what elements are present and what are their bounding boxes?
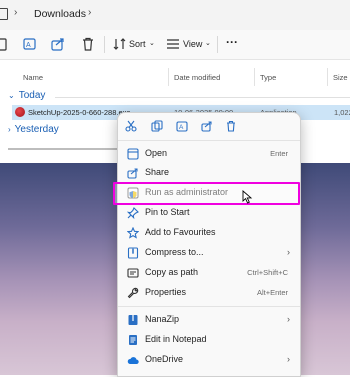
menu-item-edit-in-notepad[interactable]: Edit in Notepad: [118, 330, 300, 350]
see-more-button[interactable]: ···: [226, 35, 238, 49]
group-header-today[interactable]: ⌄ Today: [8, 90, 45, 101]
mouse-cursor-icon: [242, 190, 253, 204]
sort-button[interactable]: Sort: [129, 39, 146, 49]
toolbar-divider: [217, 36, 218, 53]
menu-item-copy-as-path[interactable]: Copy as path Ctrl+Shift+C: [118, 263, 300, 283]
view-button[interactable]: View: [183, 39, 202, 49]
chevron-right-icon: ›: [8, 125, 11, 134]
menu-divider: [118, 140, 300, 141]
menu-divider: [118, 306, 300, 307]
rename-icon[interactable]: A: [176, 120, 188, 132]
chevron-right-icon: ›: [287, 354, 290, 364]
toolbar-divider: [104, 36, 105, 53]
share-icon[interactable]: [50, 36, 66, 52]
highlight-box: [113, 182, 300, 205]
copy-icon[interactable]: [151, 120, 163, 132]
file-name: SketchUp-2025-0-660-288.exe: [28, 108, 131, 117]
zip-icon: [127, 247, 139, 259]
menu-item-pin-to-start[interactable]: Pin to Start: [118, 203, 300, 223]
context-quick-actions: A: [118, 113, 300, 139]
menu-item-add-to-favourites[interactable]: Add to Favourites: [118, 223, 300, 243]
chevron-down-icon: ⌄: [8, 91, 15, 100]
chevron-down-icon[interactable]: ⌄: [149, 39, 155, 47]
star-icon: [127, 227, 139, 239]
horizontal-scrollbar[interactable]: [8, 148, 118, 150]
chevron-right-icon: ›: [287, 247, 290, 257]
notepad-icon: [129, 335, 137, 345]
chevron-right-icon: ›: [287, 314, 290, 324]
svg-text:A: A: [26, 42, 31, 49]
menu-item-compress-to[interactable]: Compress to... ›: [118, 243, 300, 263]
wrench-icon: [127, 287, 139, 299]
column-divider[interactable]: [168, 68, 169, 86]
rename-icon[interactable]: A: [22, 36, 38, 52]
cloud-icon: [127, 357, 139, 364]
share-icon: [127, 168, 138, 179]
column-divider[interactable]: [327, 68, 328, 86]
address-bar: › Downloads ›: [0, 0, 350, 30]
this-pc-icon[interactable]: [0, 8, 8, 20]
delete-icon[interactable]: [80, 36, 96, 52]
column-header-size[interactable]: Size: [333, 73, 348, 82]
sketchup-app-icon: [15, 107, 25, 117]
breadcrumb-downloads[interactable]: Downloads: [34, 8, 86, 20]
column-divider[interactable]: [254, 68, 255, 86]
command-bar: A Sort ⌄ View ⌄ ···: [0, 30, 350, 60]
share-icon[interactable]: [201, 120, 213, 132]
group-divider: [55, 97, 350, 98]
pin-icon: [127, 207, 139, 219]
menu-item-onedrive[interactable]: OneDrive ›: [118, 350, 300, 370]
view-icon[interactable]: [165, 36, 181, 52]
group-header-yesterday[interactable]: › Yesterday: [8, 124, 59, 135]
menu-item-open[interactable]: Open Enter: [118, 144, 300, 164]
svg-text:A: A: [179, 124, 184, 131]
menu-item-nanazip[interactable]: NanaZip ›: [118, 310, 300, 330]
context-menu: A Open Enter Share Run as administrator …: [117, 112, 301, 377]
column-header-name[interactable]: Name: [23, 73, 43, 82]
column-header-type[interactable]: Type: [260, 73, 276, 82]
cut-icon[interactable]: [125, 120, 137, 132]
chevron-right-icon[interactable]: ›: [14, 7, 17, 18]
paste-icon[interactable]: [0, 36, 10, 52]
chevron-right-icon[interactable]: ›: [88, 7, 91, 18]
column-header-date[interactable]: Date modified: [174, 73, 220, 82]
menu-item-share[interactable]: Share: [118, 163, 300, 183]
file-size: 1,022: [334, 108, 350, 117]
chevron-down-icon[interactable]: ⌄: [205, 39, 211, 47]
sort-icon[interactable]: [112, 36, 128, 52]
open-icon: [127, 148, 139, 160]
copy-path-icon: [127, 268, 139, 278]
delete-icon[interactable]: [225, 120, 237, 132]
menu-item-properties[interactable]: Properties Alt+Enter: [118, 283, 300, 303]
nanazip-icon: [128, 315, 138, 325]
